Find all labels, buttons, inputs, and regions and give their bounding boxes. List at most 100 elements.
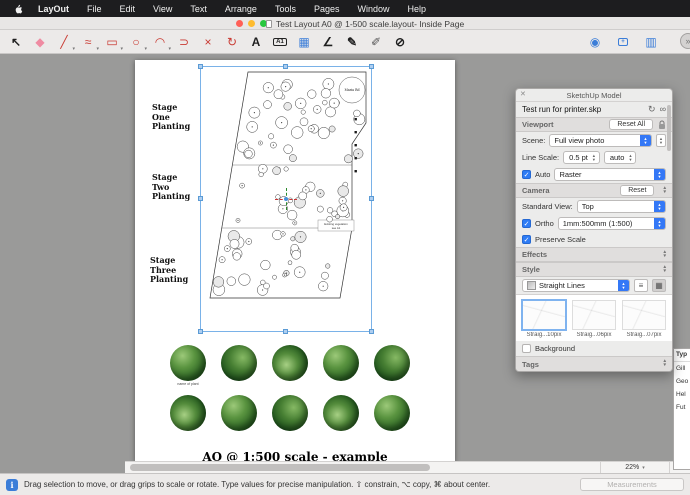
style-thumb[interactable]: Straig...10pix xyxy=(522,300,566,338)
line-tool[interactable]: ╱▾ xyxy=(52,32,76,52)
effects-collapse-control[interactable]: ▴▾ xyxy=(663,251,666,258)
panel-scrollbar-thumb[interactable] xyxy=(667,105,671,151)
dimension-tool[interactable]: ∠ xyxy=(316,32,340,52)
scene-select[interactable]: Full view photo ▲▼ xyxy=(549,134,652,147)
selection-center-grip[interactable] xyxy=(284,197,288,201)
style-section-header[interactable]: Style ▴▾ xyxy=(516,262,672,277)
camera-collapse-control[interactable]: ▴▾ xyxy=(663,187,666,194)
auto-render-checkbox[interactable]: ✓ xyxy=(522,170,531,179)
menu-item-edit[interactable]: Edit xyxy=(111,4,145,14)
check-icon: ✓ xyxy=(524,220,530,228)
measurements-field[interactable]: Measurements xyxy=(580,478,684,491)
sketchup-viewport-selection[interactable] xyxy=(200,66,372,332)
style-thumb[interactable]: Straig...07pix xyxy=(622,300,666,338)
selection-grip[interactable] xyxy=(283,64,288,69)
plant-photo[interactable] xyxy=(221,395,257,431)
plant-photo[interactable] xyxy=(374,345,410,381)
plant-photo[interactable] xyxy=(221,345,257,381)
font-list-item[interactable]: Fut xyxy=(674,401,690,414)
grid-view-button[interactable]: ▦ xyxy=(652,279,666,292)
plant-photo[interactable] xyxy=(323,395,359,431)
eraser-tool[interactable]: ◆ xyxy=(28,32,52,52)
menu-item-file[interactable]: File xyxy=(78,4,111,14)
no-style-tool[interactable]: ⊘ xyxy=(388,32,412,52)
menu-item-layout[interactable]: LayOut xyxy=(29,4,78,14)
circle-tool[interactable]: ○▾ xyxy=(124,32,148,52)
status-info-icon[interactable]: i xyxy=(6,479,18,491)
selection-grip[interactable] xyxy=(198,329,203,334)
pages-button[interactable]: ▥ xyxy=(642,32,660,52)
render-mode-select[interactable]: Raster ▲▼ xyxy=(554,168,666,181)
plant-photo[interactable] xyxy=(374,395,410,431)
selection-grip[interactable] xyxy=(198,64,203,69)
join-tool[interactable]: ↻ xyxy=(220,32,244,52)
style-thumb[interactable]: Straig...06pix xyxy=(572,300,616,338)
panel-scrollbar[interactable] xyxy=(667,105,671,367)
camera-reset-button[interactable]: Reset xyxy=(620,185,654,196)
close-window-button[interactable] xyxy=(236,20,243,27)
add-page-button[interactable]: + xyxy=(614,32,632,52)
preserve-scale-checkbox[interactable]: ✓ xyxy=(522,235,531,244)
plant-photo[interactable] xyxy=(170,345,206,381)
style-tool[interactable]: ✐ xyxy=(364,32,388,52)
text-tool[interactable]: A xyxy=(244,32,268,52)
minimize-window-button[interactable] xyxy=(248,20,255,27)
menu-item-pages[interactable]: Pages xyxy=(305,4,349,14)
offset-tool[interactable]: ⊃ xyxy=(172,32,196,52)
list-view-button[interactable]: ≡ xyxy=(634,279,648,292)
tags-collapse-control[interactable]: ▴▾ xyxy=(663,360,666,367)
scene-stepper[interactable]: ▲▼ xyxy=(656,134,666,147)
panel-close-icon[interactable]: ✕ xyxy=(520,90,526,98)
ortho-checkbox[interactable]: ✓ xyxy=(522,219,531,228)
refresh-model-icon[interactable]: ↻ xyxy=(648,105,656,114)
select-tool[interactable]: ↖ xyxy=(4,32,28,52)
background-checkbox[interactable] xyxy=(522,344,531,353)
freehand-tool[interactable]: ≈▾ xyxy=(76,32,100,52)
split-tool[interactable]: × xyxy=(196,32,220,52)
selection-grip[interactable] xyxy=(369,329,374,334)
line-scale-stepper[interactable]: 0.5 pt ▲▼ xyxy=(563,151,600,164)
horizontal-scrollbar[interactable]: 22% ▾ xyxy=(125,461,690,473)
label-tool[interactable]: A1 xyxy=(268,32,292,52)
selection-grip[interactable] xyxy=(198,196,203,201)
plant-photo[interactable] xyxy=(272,345,308,381)
line-scale-auto-stepper[interactable]: auto ▲▼ xyxy=(604,151,637,164)
dropdown-arrows-icon: ▲▼ xyxy=(618,279,629,292)
menu-item-window[interactable]: Window xyxy=(349,4,399,14)
style-select[interactable]: Straight Lines ▲▼ xyxy=(522,279,630,292)
page-a0[interactable]: Maria Rd Existing vegetation see A1 xyxy=(135,60,455,462)
menu-item-tools[interactable]: Tools xyxy=(266,4,305,14)
font-list-item[interactable]: Geo xyxy=(674,375,690,388)
link-model-icon[interactable]: ∞ xyxy=(660,105,666,114)
panel-header[interactable]: ✕ SketchUp Model xyxy=(516,89,672,102)
reset-all-button[interactable]: Reset All xyxy=(609,119,653,130)
menu-item-arrange[interactable]: Arrange xyxy=(216,4,266,14)
plant-photo[interactable] xyxy=(170,395,206,431)
table-tool[interactable]: ▦ xyxy=(292,32,316,52)
rectangle-tool[interactable]: ▭▾ xyxy=(100,32,124,52)
ortho-scale-select[interactable]: 1mm:500mm (1:500) ▲▼ xyxy=(558,217,666,230)
toolbar-overflow-button[interactable]: » xyxy=(680,33,690,49)
start-presentation-button[interactable]: ◉ xyxy=(586,32,604,52)
plant-photo[interactable] xyxy=(323,345,359,381)
selection-grip[interactable] xyxy=(369,196,374,201)
eyedropper-tool[interactable]: ✎ xyxy=(340,32,364,52)
menu-item-text[interactable]: Text xyxy=(181,4,216,14)
apple-menu[interactable] xyxy=(8,3,29,14)
style-collapse-control[interactable]: ▴▾ xyxy=(663,266,666,273)
horizontal-scrollbar-thumb[interactable] xyxy=(130,464,430,471)
font-list-item[interactable]: Gill xyxy=(674,362,690,375)
zoom-control[interactable]: 22% ▾ xyxy=(600,462,670,473)
menu-item-help[interactable]: Help xyxy=(399,4,436,14)
font-list-item[interactable]: Hel xyxy=(674,388,690,401)
tags-section-header[interactable]: Tags ▴▾ xyxy=(516,356,672,371)
standard-view-select[interactable]: Top ▲▼ xyxy=(577,200,666,213)
plant-photo[interactable] xyxy=(272,395,308,431)
effects-section-header[interactable]: Effects ▴▾ xyxy=(516,247,672,262)
selection-grip[interactable] xyxy=(369,64,374,69)
selection-grip[interactable] xyxy=(283,329,288,334)
menu-item-view[interactable]: View xyxy=(144,4,181,14)
arc-tool[interactable]: ◠▾ xyxy=(148,32,172,52)
lock-icon[interactable] xyxy=(658,120,666,130)
document-proxy-icon xyxy=(266,20,272,28)
